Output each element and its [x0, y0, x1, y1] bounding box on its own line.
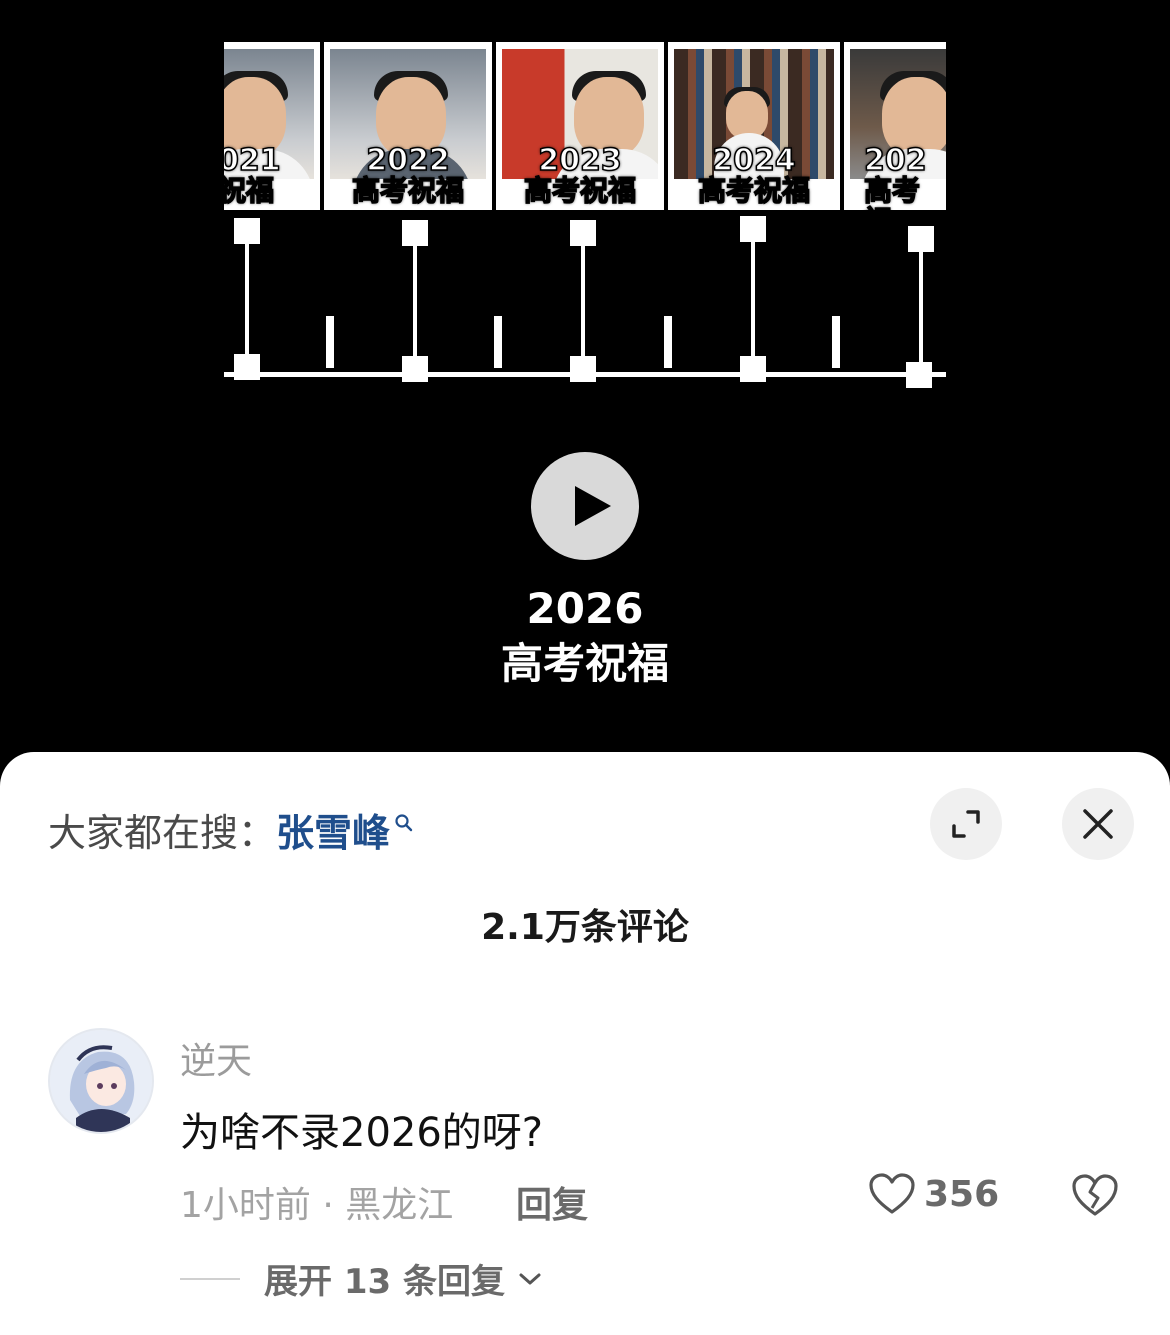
video-player[interactable]: 021 祝福 2022 高考祝福 2023 高考祝福 2024 高考祝福 202…	[0, 0, 1170, 760]
timeline-connector	[413, 242, 417, 372]
broken-heart-icon	[1072, 1174, 1118, 1216]
trending-search-prefix: 大家都在搜：	[48, 811, 277, 855]
trending-search-term[interactable]: 张雪峰	[276, 802, 390, 857]
dislike-button[interactable]	[1070, 1172, 1120, 1222]
timeline-thumbnail: 2024 高考祝福	[668, 42, 840, 210]
thumbnail-caption: 2022 高考祝福	[324, 143, 492, 207]
thumbnail-year: 021	[224, 143, 281, 178]
like-count: 356	[924, 1173, 1000, 1215]
expand-icon	[952, 810, 980, 838]
timeline-thumbnail: 2023 高考祝福	[496, 42, 664, 210]
timeline-thumbnail: 202 高考祝	[844, 42, 946, 210]
divider	[180, 1277, 240, 1280]
timeline-thumbnail: 2022 高考祝福	[324, 42, 492, 210]
thumbnail-year: 2023	[538, 143, 623, 178]
comment-sheet: 大家都在搜： 张雪峰 2.1万条评论 逆天 为啥不录2026的呀? 1小时前 ·…	[0, 752, 1170, 1335]
thumbnail-caption: 2023 高考祝福	[496, 143, 664, 207]
close-icon	[1083, 809, 1113, 839]
thumbnail-caption: 021 祝福	[224, 143, 320, 207]
thumbnail-caption: 2024 高考祝福	[668, 143, 840, 207]
timeline-tick	[494, 316, 502, 368]
timeline-connector	[245, 240, 249, 370]
thumbnail-wish: 高考祝福	[697, 174, 811, 207]
expand-button[interactable]	[930, 788, 1002, 860]
video-caption-year: 2026	[526, 584, 644, 633]
thumbnail-wish: 祝福	[224, 174, 275, 207]
thumbnail-wish: 高考祝	[863, 174, 921, 210]
comment-count-title: 2.1万条评论	[481, 907, 689, 948]
expand-replies[interactable]: 展开 13 条回复	[180, 1254, 543, 1303]
thumbnail-year: 2024	[712, 143, 797, 178]
timeline-tick	[664, 316, 672, 368]
search-icon	[395, 813, 413, 831]
video-caption-wish: 高考祝福	[500, 639, 669, 688]
reply-button[interactable]: 回复	[516, 1176, 588, 1228]
close-button[interactable]	[1062, 788, 1134, 860]
timeline-tick	[326, 316, 334, 368]
comment-meta: 1小时前 · 黑龙江	[180, 1185, 454, 1226]
timeline-marker	[402, 356, 428, 382]
thumbnail-year: 202	[863, 143, 927, 178]
thumbnail-year: 2022	[366, 143, 451, 178]
chevron-down-icon	[519, 1273, 541, 1284]
comment-text: 为啥不录2026的呀?	[180, 1110, 544, 1156]
like-button[interactable]: 356	[868, 1172, 999, 1216]
trending-search[interactable]: 大家都在搜： 张雪峰	[48, 802, 414, 857]
timeline-connector	[751, 238, 755, 372]
timeline-marker	[740, 356, 766, 382]
comment-username[interactable]: 逆天	[180, 1032, 252, 1084]
expand-replies-label: 展开 13 条回复	[264, 1262, 505, 1302]
timeline-connector	[581, 242, 585, 372]
thumbnail-wish: 高考祝福	[351, 174, 465, 207]
play-icon[interactable]	[531, 452, 639, 560]
timeline-connector	[919, 248, 923, 372]
avatar[interactable]	[48, 1028, 154, 1134]
timeline-axis	[224, 372, 946, 377]
heart-icon	[869, 1173, 915, 1214]
thumbnail-caption: 202 高考祝	[863, 143, 946, 210]
timeline-marker	[570, 356, 596, 382]
timeline-thumbnail: 021 祝福	[224, 42, 320, 210]
thumbnail-wish: 高考祝福	[523, 174, 637, 207]
timeline-tick	[832, 316, 840, 368]
